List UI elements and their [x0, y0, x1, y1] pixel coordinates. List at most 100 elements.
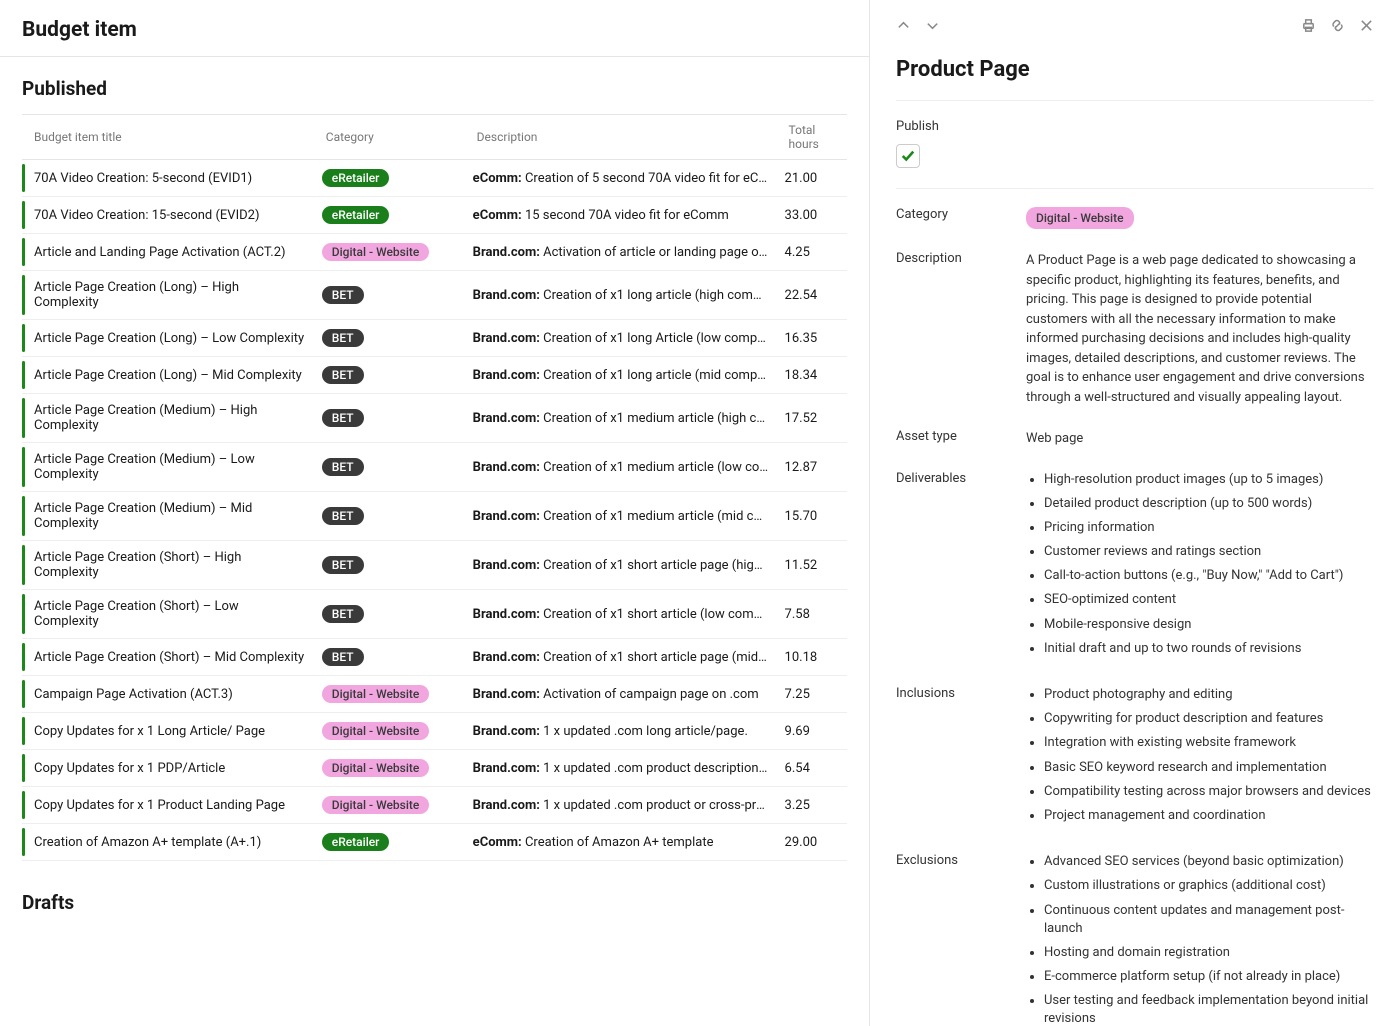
list-item: Pricing information	[1044, 519, 1374, 537]
table-row[interactable]: 70A Video Creation: 15-second (EVID2) eR…	[22, 197, 847, 234]
field-value: Web page	[1026, 429, 1374, 449]
exclusions-list: Advanced SEO services (beyond basic opti…	[1026, 853, 1374, 1026]
row-desc-prefix: Brand.com:	[473, 558, 540, 573]
col-hours[interactable]: Total hours	[777, 115, 847, 160]
row-desc-prefix: Brand.com:	[473, 460, 540, 475]
row-title: Article Page Creation (Medium) – Mid Com…	[34, 501, 252, 531]
row-desc-prefix: Brand.com:	[473, 288, 540, 303]
table-row[interactable]: Article and Landing Page Activation (ACT…	[22, 234, 847, 271]
row-category-tag: BET	[322, 605, 364, 623]
row-hours: 10.18	[777, 639, 847, 676]
main-header: Budget item	[0, 0, 869, 57]
publish-checkbox[interactable]	[896, 144, 920, 168]
row-desc: Creation of x1 medium article (mid compl…	[540, 509, 777, 524]
table-row[interactable]: Article Page Creation (Short) – Low Comp…	[22, 590, 847, 639]
list-item: Hosting and domain registration	[1044, 944, 1374, 962]
category-tag: Digital - Website	[1026, 207, 1134, 229]
table-row[interactable]: Copy Updates for x 1 Product Landing Pag…	[22, 787, 847, 824]
row-title: Article Page Creation (Short) – Low Comp…	[34, 599, 239, 629]
table-row[interactable]: Campaign Page Activation (ACT.3) Digital…	[22, 676, 847, 713]
row-title: Campaign Page Activation (ACT.3)	[34, 687, 233, 702]
row-title: Copy Updates for x 1 Product Landing Pag…	[34, 798, 285, 813]
col-category[interactable]: Category	[314, 115, 465, 160]
next-record-icon[interactable]	[925, 18, 940, 37]
list-item: User testing and feedback implementation…	[1044, 992, 1374, 1026]
drafts-heading: Drafts	[22, 891, 847, 914]
row-desc: Creation of x1 long Article (low complex…	[540, 331, 777, 346]
row-category-tag: Digital - Website	[322, 796, 430, 814]
table-row[interactable]: Article Page Creation (Medium) – Low Com…	[22, 443, 847, 492]
row-title: Article Page Creation (Medium) – High Co…	[34, 403, 257, 433]
link-icon[interactable]	[1330, 18, 1345, 37]
table-row[interactable]: Article Page Creation (Medium) – Mid Com…	[22, 492, 847, 541]
row-marker	[22, 201, 25, 229]
row-marker	[22, 754, 25, 782]
inclusions-list: Product photography and editing Copywriti…	[1026, 686, 1374, 825]
published-heading: Published	[22, 77, 847, 100]
row-category-tag: BET	[322, 329, 364, 347]
list-item: Product photography and editing	[1044, 686, 1374, 704]
row-category-tag: Digital - Website	[322, 243, 430, 261]
row-desc: Creation of x1 short article (low comple…	[540, 607, 777, 622]
list-item: Custom illustrations or graphics (additi…	[1044, 877, 1374, 895]
row-desc: Activation of campaign page on .com	[540, 687, 759, 702]
list-item: Basic SEO keyword research and implement…	[1044, 759, 1374, 777]
row-hours: 7.58	[777, 590, 847, 639]
row-marker	[22, 238, 25, 266]
field-inclusions: Inclusions Product photography and editi…	[896, 686, 1374, 831]
table-row[interactable]: Copy Updates for x 1 PDP/Article Digital…	[22, 750, 847, 787]
table-row[interactable]: Article Page Creation (Long) – Mid Compl…	[22, 357, 847, 394]
col-title[interactable]: Budget item title	[22, 115, 314, 160]
row-marker	[22, 680, 25, 708]
table-row[interactable]: Article Page Creation (Long) – Low Compl…	[22, 320, 847, 357]
row-title: Copy Updates for x 1 Long Article/ Page	[34, 724, 265, 739]
row-desc-prefix: Brand.com:	[473, 368, 540, 383]
list-item: E-commerce platform setup (if not alread…	[1044, 968, 1374, 986]
list-item: Copywriting for product description and …	[1044, 710, 1374, 728]
table-row[interactable]: Creation of Amazon A+ template (A+.1) eR…	[22, 824, 847, 861]
row-desc-prefix: eComm:	[473, 171, 522, 186]
row-category-tag: BET	[322, 556, 364, 574]
field-label: Asset type	[896, 429, 1026, 449]
row-marker	[22, 361, 25, 389]
row-desc-prefix: Brand.com:	[473, 724, 540, 739]
row-marker	[22, 275, 25, 315]
row-marker	[22, 398, 25, 438]
row-hours: 3.25	[777, 787, 847, 824]
detail-toolbar	[896, 18, 1374, 37]
row-desc: Creation of x1 medium article (low compl…	[540, 460, 777, 475]
detail-title: Product Page	[896, 57, 1374, 82]
field-asset-type: Asset type Web page	[896, 429, 1374, 449]
table-row[interactable]: Article Page Creation (Medium) – High Co…	[22, 394, 847, 443]
row-category-tag: eRetailer	[322, 833, 390, 851]
row-desc: Creation of Amazon A+ template	[522, 835, 714, 850]
row-category-tag: BET	[322, 458, 364, 476]
list-item: High-resolution product images (up to 5 …	[1044, 471, 1374, 489]
prev-record-icon[interactable]	[896, 18, 911, 37]
budget-table: Budget item title Category Description T…	[22, 114, 847, 861]
divider	[896, 100, 1374, 101]
table-row[interactable]: Article Page Creation (Short) – High Com…	[22, 541, 847, 590]
row-desc: Creation of x1 long article (mid complex…	[540, 368, 777, 383]
table-row[interactable]: Article Page Creation (Long) – High Comp…	[22, 271, 847, 320]
field-category: Category Digital - Website	[896, 207, 1374, 229]
deliverables-list: High-resolution product images (up to 5 …	[1026, 471, 1374, 659]
row-category-tag: Digital - Website	[322, 685, 430, 703]
col-description[interactable]: Description	[465, 115, 777, 160]
row-category-tag: BET	[322, 366, 364, 384]
field-deliverables: Deliverables High-resolution product ima…	[896, 471, 1374, 665]
row-marker	[22, 717, 25, 745]
row-title: Creation of Amazon A+ template (A+.1)	[34, 835, 261, 850]
print-icon[interactable]	[1301, 18, 1316, 37]
row-desc: Creation of 5 second 70A video fit for e…	[522, 171, 777, 186]
row-marker	[22, 447, 25, 487]
table-row[interactable]: Copy Updates for x 1 Long Article/ Page …	[22, 713, 847, 750]
table-row[interactable]: Article Page Creation (Short) – Mid Comp…	[22, 639, 847, 676]
row-category-tag: Digital - Website	[322, 722, 430, 740]
row-marker	[22, 496, 25, 536]
drafts-section: Drafts ⌄⌄	[0, 871, 869, 1026]
row-desc: 1 x updated .com product or cross-produc…	[540, 798, 777, 813]
row-title: Article Page Creation (Long) – Low Compl…	[34, 331, 304, 346]
close-icon[interactable]	[1359, 18, 1374, 37]
table-row[interactable]: 70A Video Creation: 5-second (EVID1) eRe…	[22, 160, 847, 197]
